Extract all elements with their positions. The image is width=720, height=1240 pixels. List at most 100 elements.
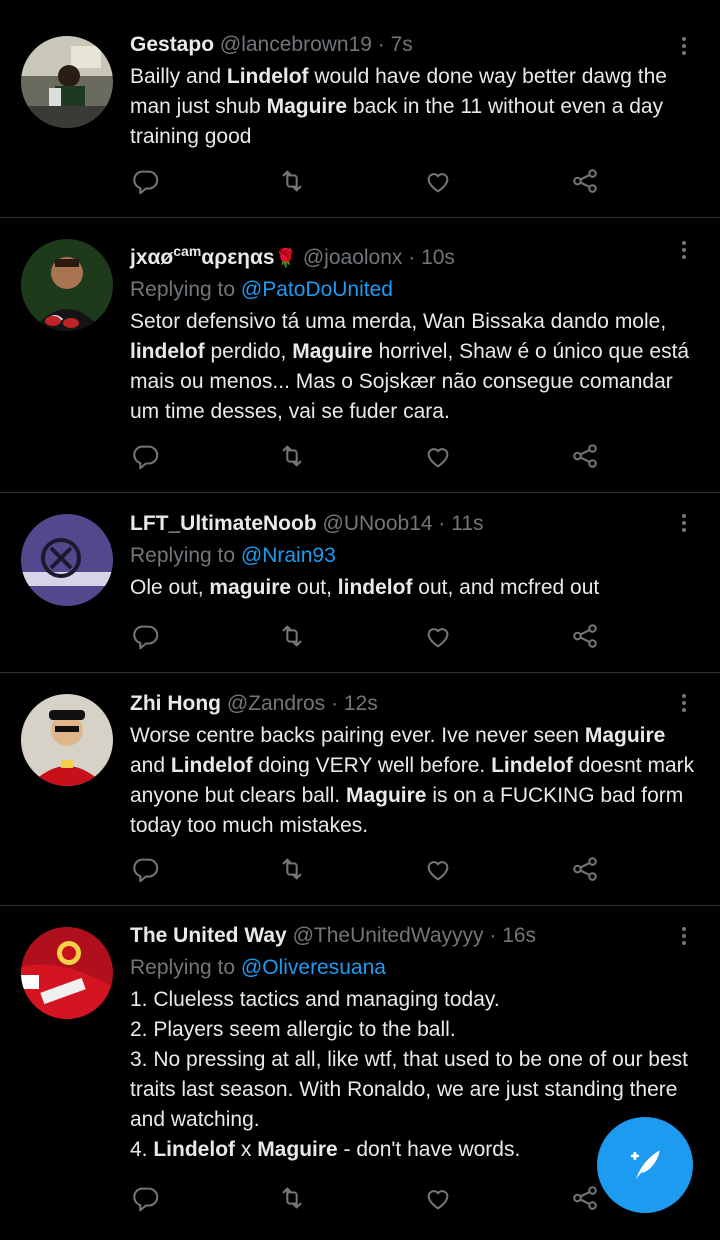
- user-handle[interactable]: @lancebrown19: [220, 33, 372, 56]
- rose-emoji: 🌹: [274, 248, 298, 268]
- tweet-text: Bailly and Lindelof would have done way …: [130, 62, 700, 152]
- like-icon[interactable]: [423, 854, 457, 888]
- reply-icon[interactable]: [130, 1183, 164, 1217]
- more-icon[interactable]: [674, 238, 694, 264]
- tweet-actions: [130, 441, 610, 475]
- tweet-header: Gestapo @lancebrown19 · 7s: [130, 30, 700, 60]
- tweet[interactable]: Gestapo @lancebrown19 · 7s Bailly and Li…: [0, 0, 720, 218]
- replying-to: Replying to @Oliveresuana: [130, 956, 386, 979]
- user-handle[interactable]: @TheUnitedWayyyy: [293, 924, 484, 947]
- text-segment: out, and mcfred out: [412, 576, 600, 599]
- more-icon[interactable]: [674, 924, 694, 950]
- timestamp[interactable]: 12s: [344, 692, 378, 715]
- separator: ·: [432, 512, 452, 535]
- text-segment: 3. No pressing at all, like wtf, that us…: [130, 1048, 688, 1131]
- share-icon[interactable]: [570, 441, 604, 475]
- text-segment: Bailly and: [130, 65, 227, 88]
- tweet-actions: [130, 621, 610, 655]
- like-icon[interactable]: [423, 1183, 457, 1217]
- tweet-header: jxαøcamαρεηαs🌹 @joaolonx · 10s: [130, 236, 700, 273]
- text-segment: Ole out,: [130, 576, 210, 599]
- text-segment: 2. Players seem allergic to the ball.: [130, 1018, 456, 1041]
- highlighted-keyword: Maguire: [345, 784, 427, 807]
- share-icon[interactable]: [570, 1183, 604, 1217]
- more-icon[interactable]: [674, 34, 694, 60]
- highlighted-keyword: lindelof: [337, 576, 413, 599]
- avatar[interactable]: [21, 514, 113, 606]
- avatar[interactable]: [21, 694, 113, 786]
- highlighted-keyword: Maguire: [266, 95, 348, 118]
- highlighted-keyword: Lindelof: [153, 1138, 236, 1161]
- like-icon[interactable]: [423, 441, 457, 475]
- display-name[interactable]: Zhi Hong: [130, 692, 221, 715]
- share-icon[interactable]: [570, 621, 604, 655]
- text-segment: 4.: [130, 1138, 154, 1161]
- avatar[interactable]: [21, 927, 113, 1019]
- mention-link[interactable]: @PatoDoUnited: [241, 278, 393, 301]
- replying-to: Replying to @PatoDoUnited: [130, 278, 393, 301]
- highlighted-keyword: Maguire: [584, 724, 666, 747]
- compose-tweet-button[interactable]: [597, 1117, 693, 1213]
- retweet-icon[interactable]: [277, 441, 311, 475]
- text-segment: out,: [291, 576, 338, 599]
- text-segment: - don't have words.: [337, 1138, 521, 1161]
- retweet-icon[interactable]: [277, 854, 311, 888]
- tweet-text: Setor defensivo tá uma merda, Wan Bissak…: [130, 307, 700, 427]
- retweet-icon[interactable]: [277, 621, 311, 655]
- tweet[interactable]: LFT_UltimateNoob @UNoob14 · 11s Replying…: [0, 493, 720, 673]
- text-segment: Worse centre backs pairing ever. Ive nev…: [130, 724, 585, 747]
- tweet-header: LFT_UltimateNoob @UNoob14 · 11s: [130, 509, 700, 539]
- avatar[interactable]: [21, 36, 113, 128]
- tweet-header: Zhi Hong @Zandros · 12s: [130, 689, 700, 719]
- timestamp[interactable]: 7s: [391, 33, 413, 56]
- text-segment: doing VERY well before.: [252, 754, 492, 777]
- highlighted-keyword: Lindelof: [170, 754, 253, 777]
- separator: ·: [325, 692, 344, 715]
- text-segment: perdido,: [204, 340, 293, 363]
- highlighted-keyword: Maguire: [257, 1138, 338, 1161]
- separator: ·: [483, 924, 503, 947]
- more-icon[interactable]: [674, 511, 694, 537]
- reply-icon[interactable]: [130, 621, 164, 655]
- timestamp[interactable]: 11s: [451, 512, 483, 535]
- highlighted-keyword: Maguire: [292, 340, 373, 363]
- avatar[interactable]: [21, 239, 113, 331]
- display-name[interactable]: LFT_UltimateNoob: [130, 512, 317, 535]
- tweet-actions: [130, 854, 610, 888]
- display-name[interactable]: jxαøcamαρεηαs🌹: [130, 243, 298, 269]
- tweet[interactable]: Zhi Hong @Zandros · 12s Worse centre bac…: [0, 673, 720, 906]
- share-icon[interactable]: [570, 854, 604, 888]
- timestamp[interactable]: 10s: [421, 246, 455, 269]
- text-segment: x: [235, 1138, 258, 1161]
- user-handle[interactable]: @joaolonx: [303, 246, 403, 269]
- text-segment: Setor defensivo tá uma merda, Wan Bissak…: [130, 310, 667, 333]
- highlighted-keyword: Lindelof: [491, 754, 573, 777]
- reply-icon[interactable]: [130, 441, 164, 475]
- user-handle[interactable]: @UNoob14: [323, 512, 433, 535]
- timestamp[interactable]: 16s: [502, 924, 536, 947]
- display-name[interactable]: Gestapo: [130, 33, 214, 56]
- compose-tweet-icon: [630, 1150, 660, 1180]
- share-icon[interactable]: [570, 166, 604, 200]
- more-icon[interactable]: [674, 691, 694, 717]
- mention-link[interactable]: @Oliveresuana: [241, 956, 386, 979]
- mention-link[interactable]: @Nrain93: [241, 544, 336, 567]
- highlighted-keyword: maguire: [209, 576, 292, 599]
- text-segment: 1. Clueless tactics and managing today.: [130, 988, 500, 1011]
- separator: ·: [402, 246, 422, 269]
- user-handle[interactable]: @Zandros: [227, 692, 325, 715]
- like-icon[interactable]: [423, 621, 457, 655]
- replying-to: Replying to @Nrain93: [130, 544, 336, 567]
- reply-icon[interactable]: [130, 166, 164, 200]
- tweet[interactable]: jxαøcamαρεηαs🌹 @joaolonx · 10s Replying …: [0, 218, 720, 493]
- highlighted-keyword: lindelof: [130, 340, 205, 363]
- retweet-icon[interactable]: [277, 1183, 311, 1217]
- separator: ·: [371, 33, 391, 56]
- retweet-icon[interactable]: [277, 166, 311, 200]
- display-name[interactable]: The United Way: [130, 924, 287, 947]
- tweet-header: The United Way @TheUnitedWayyyy · 16s: [130, 921, 700, 951]
- like-icon[interactable]: [423, 166, 457, 200]
- reply-icon[interactable]: [130, 854, 164, 888]
- tweet-text: Ole out, maguire out, lindelof out, and …: [130, 573, 700, 603]
- highlighted-keyword: Lindelof: [226, 65, 309, 88]
